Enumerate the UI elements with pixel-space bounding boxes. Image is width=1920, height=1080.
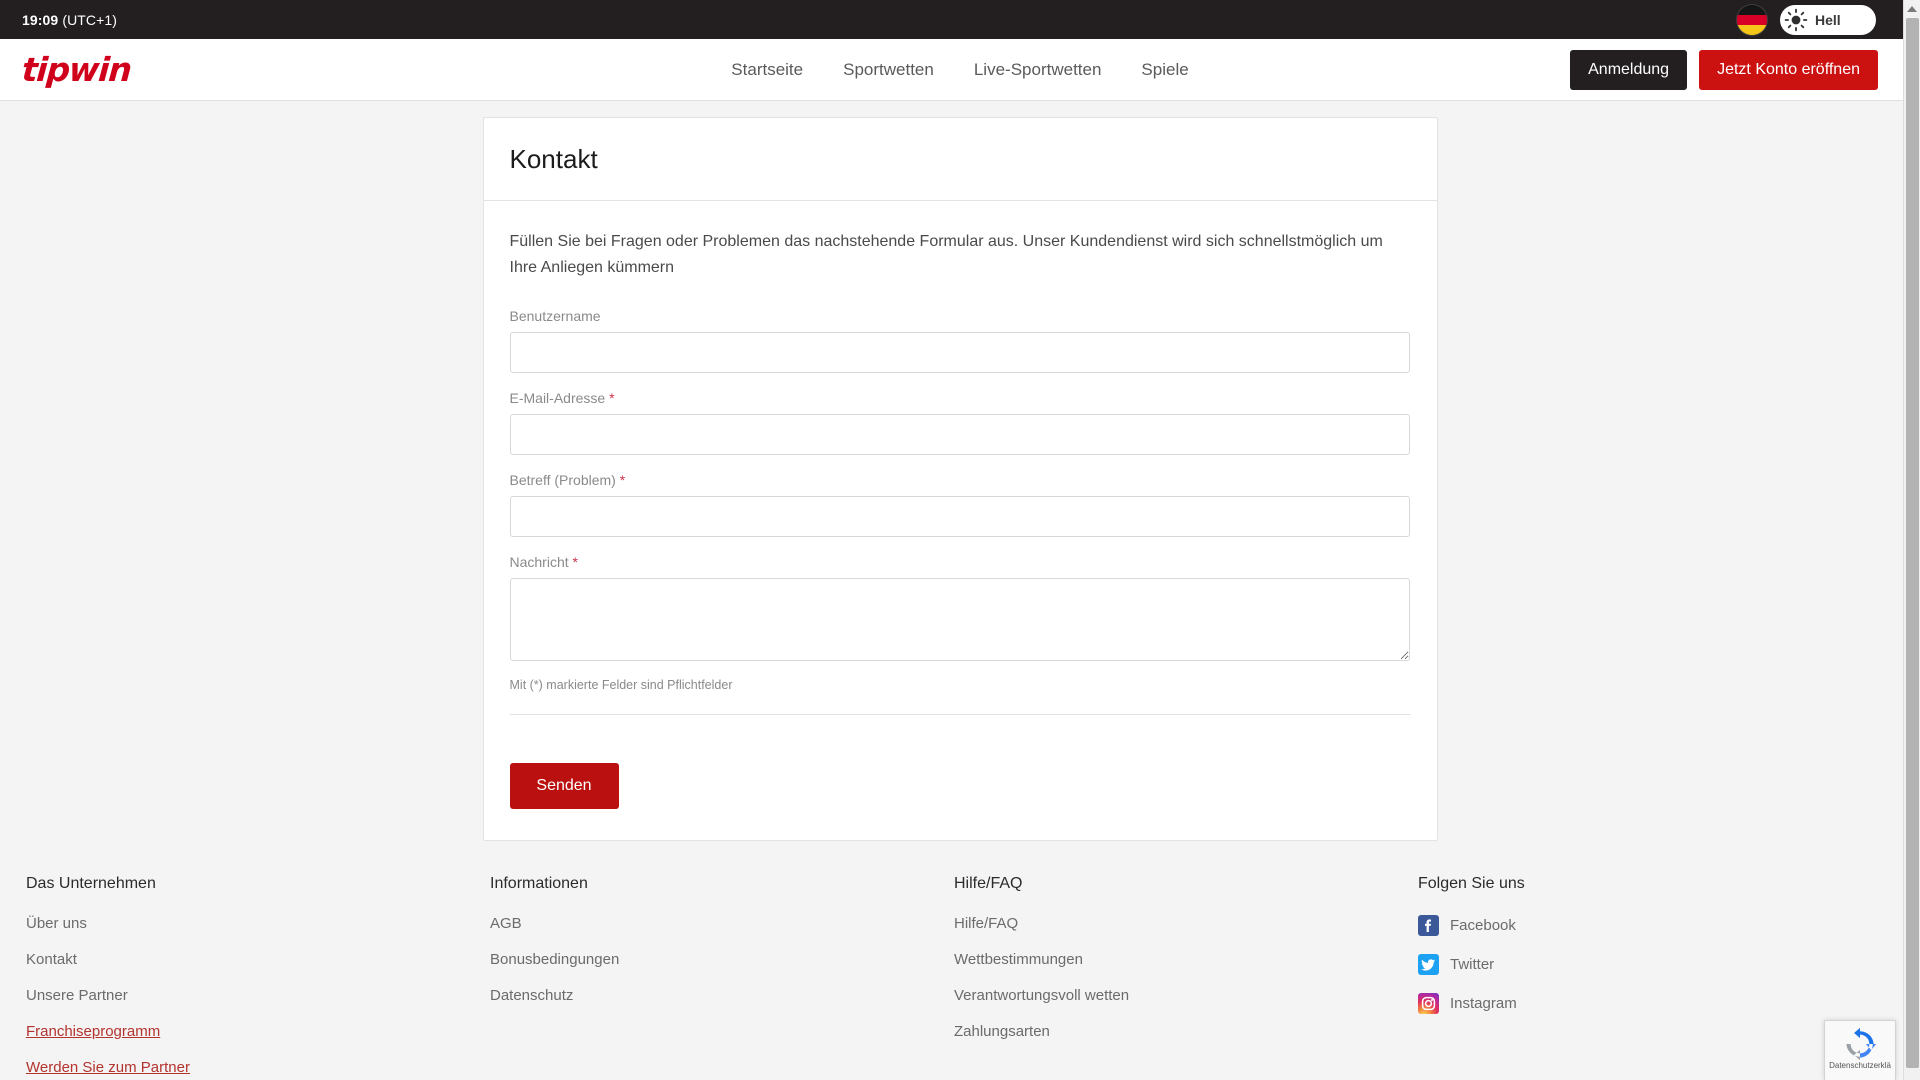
flag-stripe-gold [1737, 24, 1767, 35]
label-email: E-Mail-Adresse * [510, 390, 1411, 406]
footer-heading-company: Das Unternehmen [26, 875, 156, 892]
footer-heading-social: Folgen Sie uns [1418, 875, 1525, 892]
facebook-icon [1418, 915, 1439, 936]
main-navigation: Startseite Sportwetten Live-Sportwetten … [731, 60, 1188, 80]
footer-link-unsere-partner[interactable]: Unsere Partner [26, 987, 128, 1004]
label-email-required: * [609, 389, 615, 406]
label-benutzername: Benutzername [510, 308, 1411, 324]
nav-item-spiele[interactable]: Spiele [1141, 60, 1188, 80]
field-email: E-Mail-Adresse * [509, 390, 1411, 455]
footer-column-informationen: Informationen AGB Bonusbedingungen Daten… [464, 875, 928, 1080]
nav-item-startseite[interactable]: Startseite [731, 60, 803, 80]
site-logo[interactable]: tipwin [21, 50, 133, 89]
footer-column-social: Folgen Sie uns Facebook Twitter Instagra… [1392, 875, 1856, 1080]
field-benutzername: Benutzername [509, 308, 1411, 373]
flag-stripe-black [1737, 4, 1767, 15]
sun-icon [1784, 8, 1808, 31]
required-fields-hint: Mit (*) markierte Felder sind Pflichtfel… [509, 677, 733, 692]
server-time-value: 19:09 [22, 11, 59, 28]
footer-column-company: Das Unternehmen Über uns Kontakt Unsere … [0, 875, 464, 1080]
label-betreff: Betreff (Problem) * [510, 472, 1411, 488]
footer-link-ueber-uns[interactable]: Über uns [26, 915, 87, 932]
footer-link-agb[interactable]: AGB [490, 915, 522, 932]
label-nachricht: Nachricht * [510, 554, 1411, 570]
header-actions: Anmeldung Jetzt Konto eröffnen [1570, 49, 1898, 90]
social-link-instagram[interactable]: Instagram [1418, 993, 1517, 1014]
footer-link-franchiseprogramm[interactable]: Franchiseprogramm [26, 1023, 160, 1040]
recaptcha-icon [1846, 1027, 1877, 1061]
label-betreff-text: Betreff (Problem) [509, 471, 616, 488]
card-divider [509, 713, 1411, 715]
theme-toggle-label: Hell [1815, 11, 1841, 28]
submit-button[interactable]: Senden [509, 762, 619, 809]
footer-link-verantwortungsvoll-wetten[interactable]: Verantwortungsvoll wetten [954, 987, 1129, 1004]
footer-link-werden-sie-zum-partner[interactable]: Werden Sie zum Partner [26, 1059, 190, 1076]
email-field[interactable] [509, 413, 1410, 455]
topbar-right-controls: Hell [1737, 4, 1876, 35]
site-footer: Das Unternehmen Über uns Kontakt Unsere … [0, 841, 1920, 1080]
field-nachricht: Nachricht * [509, 554, 1411, 661]
social-link-twitter[interactable]: Twitter [1418, 954, 1494, 975]
social-link-facebook[interactable]: Facebook [1418, 915, 1516, 936]
label-nachricht-text: Nachricht [509, 553, 569, 570]
footer-heading-hilfe: Hilfe/FAQ [954, 875, 1023, 892]
username-input[interactable] [509, 331, 1410, 373]
main-content: Kontakt Füllen Sie bei Fragen oder Probl… [0, 101, 1920, 841]
contact-form-body: Füllen Sie bei Fragen oder Problemen das… [484, 201, 1437, 737]
site-header: tipwin Startseite Sportwetten Live-Sport… [0, 39, 1920, 101]
chevron-up-icon [1907, 5, 1917, 12]
top-utility-bar: 19:09 (UTC+1) Hell [0, 0, 1920, 39]
nav-item-live-sportwetten[interactable]: Live-Sportwetten [974, 60, 1102, 80]
register-button[interactable]: Jetzt Konto eröffnen [1699, 49, 1878, 90]
twitter-icon [1418, 954, 1439, 975]
contact-card: Kontakt Füllen Sie bei Fragen oder Probl… [482, 117, 1438, 841]
footer-link-hilfe-faq[interactable]: Hilfe/FAQ [954, 915, 1018, 932]
footer-link-bonusbedingungen[interactable]: Bonusbedingungen [490, 951, 619, 968]
social-label-twitter: Twitter [1450, 956, 1495, 973]
nav-item-sportwetten[interactable]: Sportwetten [843, 60, 934, 80]
page-title: Kontakt [509, 144, 598, 174]
contact-intro-text: Füllen Sie bei Fragen oder Problemen das… [509, 233, 1383, 277]
social-label-facebook: Facebook [1450, 917, 1516, 934]
login-button[interactable]: Anmeldung [1570, 49, 1688, 90]
recaptcha-privacy-text: Datenschutzerklä [1829, 1061, 1891, 1070]
social-label-instagram: Instagram [1450, 995, 1517, 1012]
page-scrollbar[interactable] [1903, 0, 1920, 1080]
footer-link-datenschutz[interactable]: Datenschutz [490, 987, 573, 1004]
contact-card-header: Kontakt [483, 118, 1437, 201]
label-betreff-required: * [619, 471, 626, 488]
message-textarea[interactable] [509, 577, 1410, 661]
page-root: 19:09 (UTC+1) Hell tipwin Startseite Spo… [0, 0, 1920, 1080]
flag-stripe-red [1737, 14, 1767, 25]
contact-card-footer: Senden [484, 737, 1437, 839]
server-timezone: (UTC+1) [62, 11, 118, 28]
recaptcha-badge[interactable]: Datenschutzerklä [1824, 1020, 1896, 1080]
footer-heading-informationen: Informationen [490, 875, 588, 892]
scrollbar-up-arrow[interactable] [1904, 0, 1920, 17]
subject-input[interactable] [509, 495, 1410, 537]
theme-toggle-button[interactable]: Hell [1780, 4, 1876, 35]
footer-link-wettbestimmungen[interactable]: Wettbestimmungen [954, 951, 1083, 968]
server-time: 19:09 (UTC+1) [22, 12, 117, 28]
label-benutzername-text: Benutzername [509, 307, 601, 324]
label-nachricht-required: * [572, 553, 578, 570]
scrollbar-thumb[interactable] [1906, 18, 1919, 1068]
field-betreff: Betreff (Problem) * [509, 472, 1411, 537]
footer-column-hilfe: Hilfe/FAQ Hilfe/FAQ Wettbestimmungen Ver… [928, 875, 1392, 1080]
instagram-icon [1418, 993, 1439, 1014]
footer-link-kontakt[interactable]: Kontakt [26, 951, 77, 968]
german-flag-icon[interactable] [1737, 4, 1767, 35]
label-email-text: E-Mail-Adresse [509, 389, 606, 406]
footer-link-zahlungsarten[interactable]: Zahlungsarten [954, 1023, 1050, 1040]
